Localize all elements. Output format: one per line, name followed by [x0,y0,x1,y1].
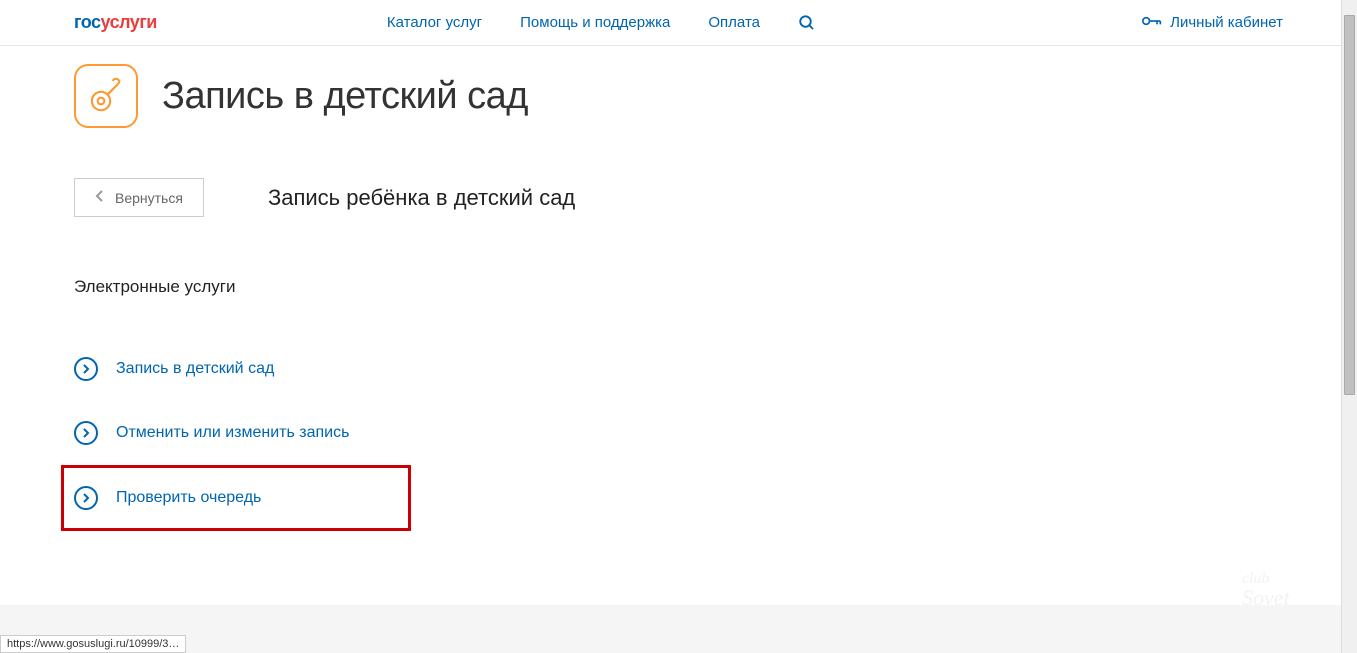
nav-payment[interactable]: Оплата [708,14,760,32]
page-title: Запись в детский сад [162,75,528,118]
back-label: Вернуться [115,190,183,206]
logo[interactable]: госуслуги [74,12,157,33]
nav-catalog[interactable]: Каталог услуг [387,14,482,32]
pacifier-icon [74,64,138,128]
service-item-enroll[interactable]: Запись в детский сад [74,337,1283,401]
arrow-right-circle-icon [74,486,98,510]
nav-links: Каталог услуг Помощь и поддержка Оплата [387,14,816,32]
logo-part2: услуги [101,12,157,32]
scrollbar[interactable] [1341,0,1357,653]
footer [0,605,1357,653]
chevron-left-icon [95,189,105,206]
account-label: Личный кабинет [1170,14,1283,31]
content: Запись в детский сад Вернуться Запись ре… [0,46,1357,531]
header: госуслуги Каталог услуг Помощь и поддерж… [0,0,1357,46]
search-icon[interactable] [798,14,816,32]
arrow-right-circle-icon [74,421,98,445]
service-item-check-queue[interactable]: Проверить очередь [61,465,411,531]
nav-help[interactable]: Помощь и поддержка [520,14,670,32]
scrollbar-thumb[interactable] [1344,15,1355,395]
sub-row: Вернуться Запись ребёнка в детский сад [74,178,1283,217]
back-button[interactable]: Вернуться [74,178,204,217]
title-row: Запись в детский сад [74,64,1283,128]
status-bar: https://www.gosuslugi.ru/10999/3… [0,635,186,653]
svg-text:club: club [1242,570,1270,587]
service-item-cancel[interactable]: Отменить или изменить запись [74,401,1283,465]
subtitle: Запись ребёнка в детский сад [268,185,575,211]
logo-part1: гос [74,12,101,32]
key-icon [1142,14,1162,32]
account-link[interactable]: Личный кабинет [1142,14,1283,32]
service-label: Проверить очередь [116,489,261,507]
service-label: Отменить или изменить запись [116,424,349,442]
arrow-right-circle-icon [74,357,98,381]
service-list: Запись в детский сад Отменить или измени… [74,337,1283,531]
section-title: Электронные услуги [74,277,1283,297]
service-label: Запись в детский сад [116,360,274,378]
